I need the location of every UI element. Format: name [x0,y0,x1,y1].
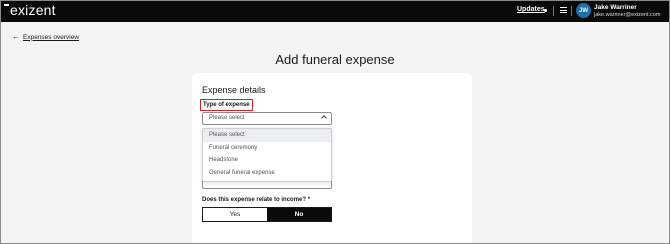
yes-button[interactable]: Yes [203,208,267,221]
updates-link[interactable]: Updates [517,6,545,13]
back-link[interactable]: ← Expenses overview [12,33,79,41]
arrow-left-icon: ← [12,32,20,41]
dropdown-option[interactable]: Please select [203,129,331,142]
divider [553,6,554,16]
income-toggle: Yes No [202,207,332,222]
no-button[interactable]: No [267,208,331,221]
obscured-field[interactable] [202,181,332,189]
user-name: Jake Warriner [594,4,637,11]
avatar[interactable]: JW [576,3,591,18]
income-question-label: Does this expense relate to income? * [202,197,311,203]
dropdown-option[interactable]: Funeral ceremony [203,142,331,155]
divider [571,6,572,16]
top-navigation-bar: exizent Updates JW Jake Warriner jake.wa… [0,0,670,22]
select-value: Please select [209,115,245,121]
page-title: Add funeral expense [275,52,395,67]
section-title: Expense details [202,85,266,95]
type-of-expense-label-text: Type of expense [203,101,250,108]
type-of-expense-label: Type of expense [200,99,253,111]
dropdown-option[interactable]: Headstone [203,154,331,167]
logo-text: exizent [10,2,56,18]
user-email: jake.warriner@exizent.com [594,12,661,18]
chevron-up-icon [321,115,327,121]
type-of-expense-select[interactable]: Please select [202,112,332,125]
back-link-label: Expenses overview [23,33,79,41]
notification-dot [544,9,547,12]
list-icon[interactable] [560,7,567,13]
type-of-expense-dropdown: Please select Funeral ceremony Headstone… [202,128,332,182]
expense-form-card: Expense details Type of expense Please s… [192,73,472,244]
dropdown-option[interactable]: General funeral expense [203,167,331,180]
exizent-logo[interactable]: exizent [4,2,56,18]
logo-mark [4,4,9,6]
